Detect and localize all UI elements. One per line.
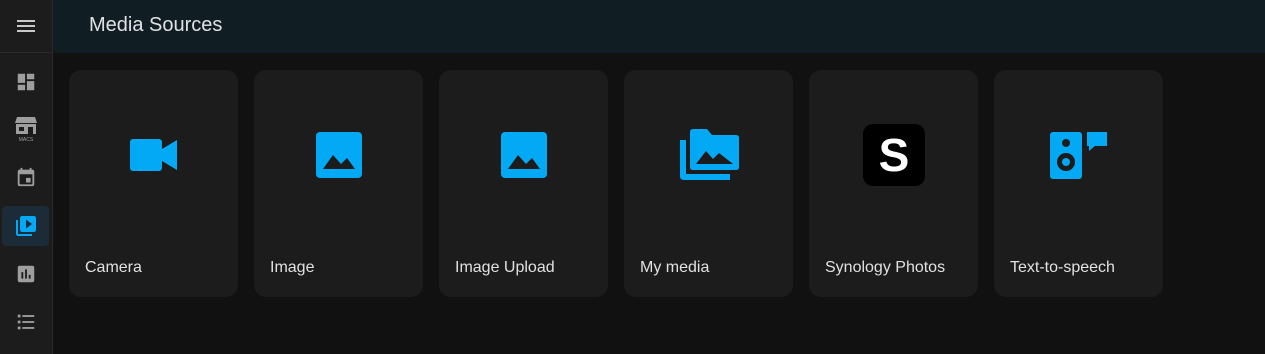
media-source-card-image-upload[interactable]: Image Upload (439, 70, 608, 297)
dashboard-icon (17, 73, 34, 91)
sidebar-item-dashboard[interactable] (2, 62, 49, 102)
media-source-label: Text-to-speech (1010, 259, 1115, 276)
media-browser-icon (15, 216, 36, 236)
media-source-label: Synology Photos (825, 259, 946, 276)
menu-button[interactable] (0, 0, 52, 53)
media-source-card-image[interactable]: Image (254, 70, 423, 297)
list-icon (17, 314, 34, 330)
page-title: Media Sources (89, 14, 223, 36)
media-source-label: Image (270, 259, 315, 276)
sidebar-item-history[interactable] (2, 254, 49, 294)
history-chart-icon (17, 265, 34, 283)
sidebar-item-media[interactable] (2, 206, 49, 246)
video-camera-icon (129, 139, 177, 171)
sidebar-item-macs[interactable]: MACS (2, 108, 49, 148)
calendar-icon (17, 167, 34, 187)
image-icon (500, 132, 547, 178)
media-source-card-text-to-speech[interactable]: Text-to-speech (994, 70, 1163, 297)
speaker-message-icon (1049, 132, 1107, 179)
svg-text:S: S (878, 129, 909, 181)
media-source-card-my-media[interactable]: My media (624, 70, 793, 297)
media-source-label: Camera (85, 259, 142, 276)
sidebar: MACS (0, 0, 53, 354)
svg-text:MACS: MACS (18, 137, 33, 142)
sidebar-item-list[interactable] (2, 302, 49, 342)
image-multiple-icon (679, 129, 739, 180)
macs-store-icon: MACS (14, 117, 37, 142)
top-app-bar: Media Sources (53, 0, 1265, 53)
synology-s-logo: S (862, 124, 925, 186)
sidebar-item-calendar[interactable] (2, 157, 49, 197)
media-source-card-synology-photos[interactable]: S Synology Photos (809, 70, 978, 297)
media-source-label: Image Upload (455, 259, 555, 276)
media-source-card-camera[interactable]: Camera (69, 70, 238, 297)
menu-icon (17, 20, 35, 32)
media-source-label: My media (640, 259, 710, 276)
image-icon (315, 132, 362, 178)
